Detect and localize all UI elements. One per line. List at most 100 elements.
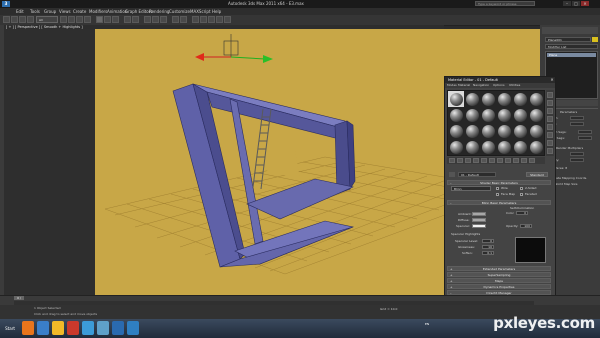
sample-slot[interactable] [496, 123, 512, 139]
sample-slot[interactable] [528, 107, 544, 123]
snap-toggle-icon[interactable] [144, 16, 151, 23]
sample-slot[interactable] [480, 107, 496, 123]
taskbar-app-icon[interactable] [67, 321, 79, 335]
extended-params-rollout[interactable]: + Extended Parameters [447, 266, 551, 271]
faceted-checkbox[interactable] [520, 193, 523, 196]
density-field[interactable] [570, 158, 584, 162]
show-map-icon[interactable] [505, 158, 511, 163]
sample-slot[interactable] [528, 123, 544, 139]
render-teapot-icon[interactable] [224, 16, 231, 23]
menu-tools[interactable]: Tools [30, 9, 40, 14]
stack-item-plane[interactable]: Plane [547, 53, 596, 57]
go-forward-sibling-icon[interactable] [529, 158, 535, 163]
curve-editor-icon[interactable] [192, 16, 199, 23]
sample-slot[interactable] [496, 91, 512, 107]
redo-icon[interactable] [11, 16, 18, 23]
command-panel-tabs[interactable] [542, 27, 598, 34]
eyedropper-icon[interactable] [449, 172, 455, 177]
make-preview-icon[interactable] [547, 132, 553, 138]
sample-slot[interactable] [512, 107, 528, 123]
taskbar-app-icon[interactable] [37, 321, 49, 335]
blinn-basic-rollout[interactable]: – Blinn Basic Parameters [447, 200, 551, 205]
sample-slot[interactable] [448, 91, 464, 107]
width-segs-field[interactable] [578, 136, 592, 140]
taskbar-app-icon[interactable] [97, 321, 109, 335]
mat-menu-modes[interactable]: Modes [447, 83, 457, 88]
get-material-icon[interactable] [449, 158, 455, 163]
taskbar-app-icon[interactable] [112, 321, 124, 335]
sample-slot[interactable] [448, 139, 464, 155]
sample-slot[interactable] [480, 139, 496, 155]
select-by-material-icon[interactable] [547, 148, 553, 154]
align-icon[interactable] [180, 16, 187, 23]
width-field[interactable] [570, 122, 584, 126]
menu-edit[interactable]: Edit [16, 9, 24, 14]
link-icon[interactable] [19, 16, 26, 23]
shader-type-dropdown[interactable]: Blinn [451, 186, 491, 191]
rectangle-selection-icon[interactable] [76, 16, 83, 23]
language-indicator[interactable]: EN [425, 322, 429, 326]
assign-to-selection-icon[interactable] [465, 158, 471, 163]
object-name-field[interactable]: Plane001 [545, 37, 591, 42]
mat-menu-utilities[interactable]: Utilities [509, 83, 520, 88]
minimize-button[interactable]: – [563, 1, 571, 6]
specular-level-spinner[interactable]: 0 [482, 239, 494, 243]
parameters-heading[interactable]: Parameters [560, 110, 577, 114]
scale-field[interactable] [570, 152, 584, 156]
move-icon[interactable] [96, 16, 103, 23]
sample-slot[interactable] [496, 139, 512, 155]
menu-modifiers[interactable]: Modifiers [89, 9, 107, 14]
menu-maxscript[interactable]: MAXScript [190, 9, 211, 14]
taskbar-app-icon[interactable] [22, 321, 34, 335]
sample-slot[interactable] [464, 107, 480, 123]
length-field[interactable] [570, 116, 584, 120]
opacity-spinner[interactable]: 100 [520, 224, 532, 228]
ambient-color-swatch[interactable] [472, 212, 486, 216]
go-to-parent-icon[interactable] [521, 158, 527, 163]
mat-menu-navigation[interactable]: Navigation [473, 83, 489, 88]
specular-color-swatch[interactable] [472, 224, 486, 228]
menu-help[interactable]: Help [212, 9, 221, 14]
diffuse-color-swatch[interactable] [472, 218, 486, 222]
maximize-button[interactable]: □ [572, 1, 580, 6]
reset-map-icon[interactable] [473, 158, 479, 163]
shader-basic-rollout[interactable]: – Shader Basic Parameters [447, 180, 551, 185]
mirror-icon[interactable] [172, 16, 179, 23]
menu-rendering[interactable]: Rendering [149, 9, 169, 14]
sample-uv-tiling-icon[interactable] [547, 116, 553, 122]
reference-coord-icon[interactable] [124, 16, 131, 23]
pivot-center-icon[interactable] [132, 16, 139, 23]
sample-slot[interactable] [512, 139, 528, 155]
window-crossing-icon[interactable] [84, 16, 91, 23]
put-to-library-icon[interactable] [489, 158, 495, 163]
modifier-list-dropdown[interactable]: Modifier List [545, 44, 598, 49]
sample-slot[interactable] [464, 139, 480, 155]
put-to-scene-icon[interactable] [457, 158, 463, 163]
object-color-swatch[interactable] [592, 37, 598, 42]
sample-slot[interactable] [528, 91, 544, 107]
taskbar-app-icon[interactable] [52, 321, 64, 335]
start-button[interactable]: Start [2, 322, 18, 335]
render-frame-icon[interactable] [216, 16, 223, 23]
angle-snap-icon[interactable] [152, 16, 159, 23]
scale-icon[interactable] [112, 16, 119, 23]
mat-menu-material[interactable]: Material [458, 83, 470, 88]
sample-slot[interactable] [496, 107, 512, 123]
show-end-result-icon[interactable] [513, 158, 519, 163]
material-editor-icon[interactable] [200, 16, 207, 23]
sample-slot[interactable] [480, 123, 496, 139]
taskbar-app-icon[interactable] [82, 321, 94, 335]
select-object-icon[interactable] [60, 16, 67, 23]
backlight-icon[interactable] [547, 100, 553, 106]
background-icon[interactable] [547, 108, 553, 114]
self-illum-color-spinner[interactable]: 0 [516, 211, 528, 215]
menu-create[interactable]: Create [73, 9, 86, 14]
sample-type-icon[interactable] [547, 92, 553, 98]
options-icon[interactable] [547, 140, 553, 146]
time-slider[interactable]: 0 / 100 [14, 296, 24, 304]
face-map-checkbox[interactable] [496, 193, 499, 196]
selection-filter-dropdown[interactable]: All [36, 16, 58, 23]
search-input[interactable]: Type a keyword or phrase [475, 1, 535, 6]
material-type-button[interactable]: Standard [526, 172, 548, 177]
undo-icon[interactable] [3, 16, 10, 23]
